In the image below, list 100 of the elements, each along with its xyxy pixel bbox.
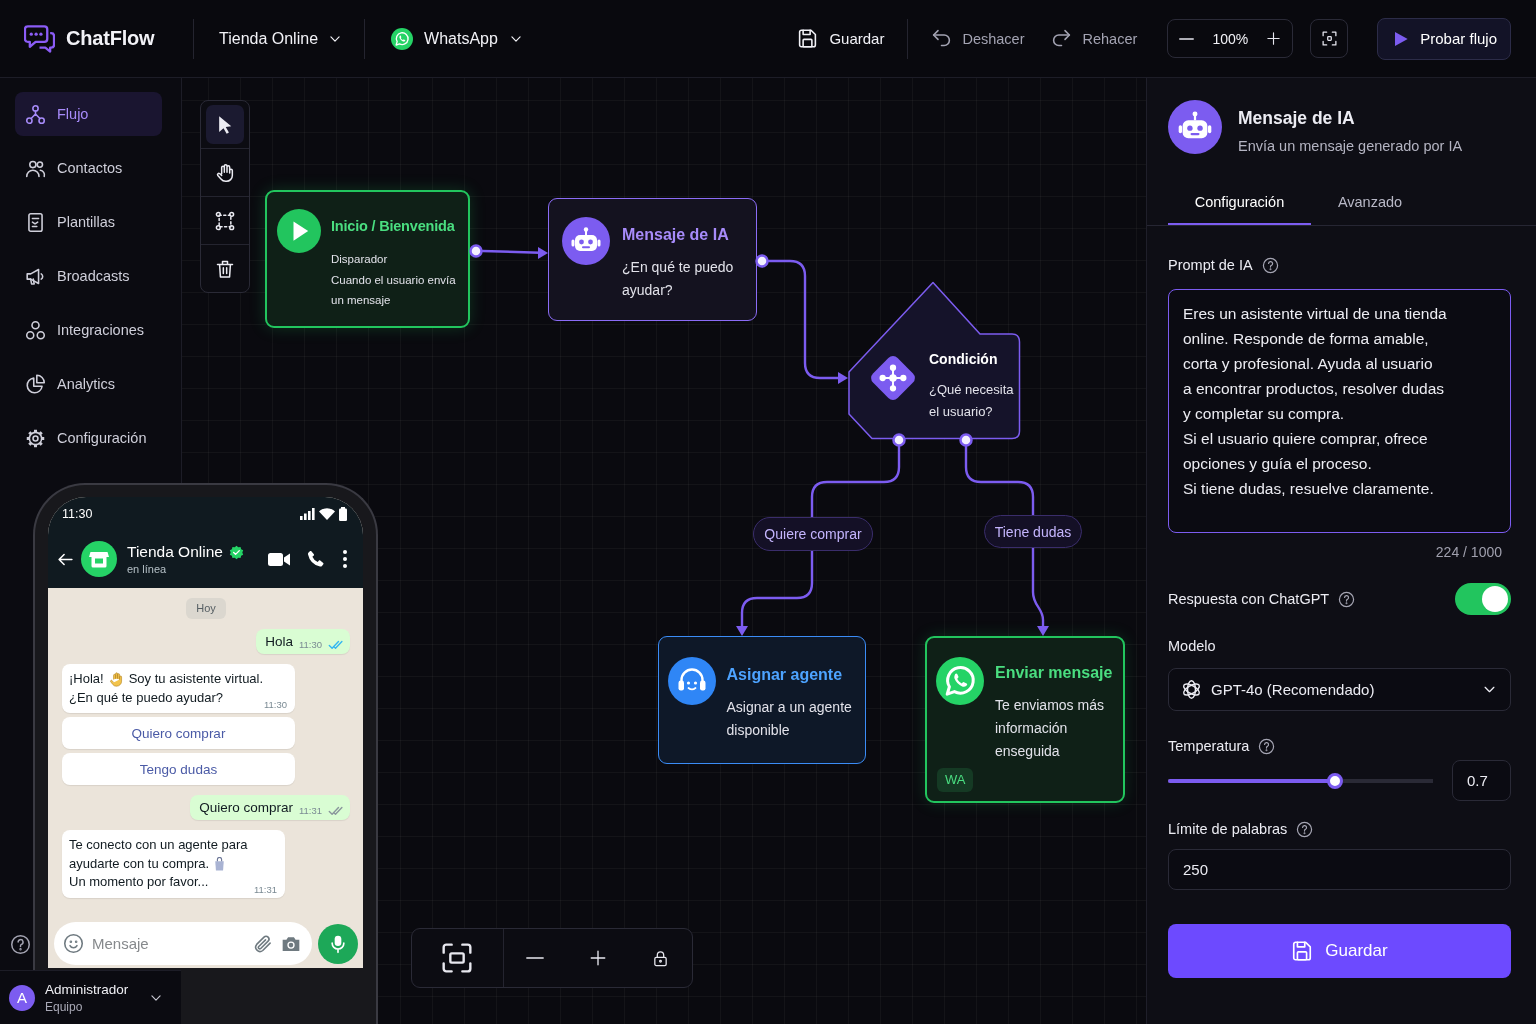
phone-icon[interactable] — [307, 549, 326, 569]
microphone-button[interactable] — [318, 923, 358, 964]
zoom-level: 100% — [1212, 30, 1249, 47]
panel-title: Mensaje de IA — [1238, 107, 1356, 129]
quick-reply-button[interactable]: Tengo dudas — [62, 753, 295, 785]
microphone-icon — [328, 933, 348, 954]
nav-item[interactable]: Plantillas — [15, 200, 162, 244]
chat-bubbles-icon — [24, 24, 55, 53]
nav-item[interactable]: Flujo — [15, 92, 162, 136]
connected-nodes-icon — [25, 103, 46, 125]
play-icon — [1393, 30, 1410, 47]
status-time: 11:30 — [62, 506, 93, 521]
help-icon[interactable] — [10, 934, 31, 955]
video-camera-icon[interactable] — [268, 551, 290, 567]
save-button[interactable]: Guardar — [1168, 924, 1511, 978]
node-text: Te enviamos más información enseguida — [995, 696, 1105, 761]
save-button[interactable]: Guardar — [797, 28, 885, 49]
nav-item[interactable]: Analytics — [15, 362, 162, 406]
settings-icon — [25, 427, 46, 449]
message-time: 11:30 — [263, 699, 287, 710]
node-label: Disparador — [331, 252, 389, 267]
fullscreen-button[interactable] — [1310, 19, 1349, 58]
test-flow-button[interactable]: Probar flujo — [1377, 17, 1511, 60]
message-text: Un momento por favor... — [69, 873, 209, 891]
whatsapp-icon — [391, 27, 414, 50]
connection-port[interactable] — [469, 244, 483, 258]
connector-line — [964, 446, 1035, 515]
project-dropdown[interactable]: Tienda Online — [219, 29, 343, 48]
message-bar[interactable]: Mensaje — [54, 922, 312, 965]
atom-icon — [1181, 679, 1202, 700]
store-icon — [81, 541, 117, 577]
node-title: Condición — [929, 350, 999, 368]
node-title: Enviar mensaje — [995, 663, 1114, 683]
nav-item[interactable]: Configuración — [15, 416, 162, 460]
channel-badge: WA — [937, 768, 974, 792]
field-label: Modelo — [1168, 638, 1216, 654]
chatgpt-toggle[interactable] — [1455, 583, 1511, 615]
shopping-bag-icon — [214, 856, 226, 871]
plus-icon — [1266, 31, 1282, 46]
play-icon — [277, 209, 321, 253]
pie-chart-icon — [25, 373, 46, 395]
quick-reply-button[interactable]: Quiero comprar — [62, 717, 295, 749]
field-label: Prompt de IA — [1168, 257, 1253, 273]
nav-item[interactable]: Contactos — [15, 146, 162, 190]
signal-icon — [300, 507, 315, 520]
date-chip: Hoy — [186, 598, 226, 619]
nav-item[interactable]: Integraciones — [15, 308, 162, 352]
connector-arrow — [481, 247, 548, 259]
paperclip-icon[interactable] — [253, 933, 273, 954]
save-icon — [1291, 940, 1314, 962]
user-role: Equipo — [45, 999, 84, 1014]
selection-icon — [215, 210, 235, 231]
contact-status: en línea — [127, 563, 168, 575]
user-menu[interactable]: A Administrador Equipo — [0, 970, 181, 1024]
branch-label: Quiere comprar — [753, 517, 873, 551]
robot-icon — [562, 217, 610, 265]
message-time: 11:30 — [298, 639, 322, 650]
redo-icon — [1051, 28, 1073, 49]
message-text: Hola — [265, 633, 293, 650]
undo-icon — [931, 28, 953, 49]
pointer-tool[interactable] — [206, 105, 244, 144]
connection-port[interactable] — [892, 433, 906, 447]
node-text: ¿Qué necesita el usuario? — [929, 381, 1015, 421]
message-text: ¡Hola! — [69, 670, 104, 688]
connection-port[interactable] — [959, 433, 973, 447]
connection-port[interactable] — [755, 254, 769, 268]
message-input[interactable]: Mensaje — [92, 935, 245, 952]
character-counter: 224 / 1000 — [1435, 543, 1502, 562]
message-time: 11:31 — [298, 805, 322, 816]
save-icon — [797, 28, 819, 49]
hand-icon — [215, 162, 235, 183]
node-title: Inicio / Bienvenida — [331, 217, 456, 235]
model-select[interactable]: GPT-4o (Recomendado) — [1168, 668, 1511, 711]
help-icon[interactable] — [1296, 820, 1314, 838]
waving-hand-icon — [108, 671, 124, 687]
slider-thumb[interactable] — [1326, 772, 1343, 789]
channel-dropdown[interactable]: WhatsApp — [391, 27, 523, 50]
temperature-input[interactable]: 0.7 — [1452, 760, 1511, 801]
tab[interactable]: Avanzado — [1311, 180, 1429, 225]
branch-label: Tiene dudas — [984, 515, 1082, 548]
prompt-textarea[interactable]: Eres un asistente virtual de una tienda online. Responde de forma amable, corta y profesional. Ayuda al usuario a encontrar productos, resolver dudas y completar su compra. Si el usuario quiere comprar, ofrece opciones y guía el proceso. Si tiene dudas, resuelve claramente. — [1168, 289, 1511, 533]
node-text: ¿En qué te puedo ayudar? — [622, 258, 735, 300]
contact-name: Tienda Online — [127, 543, 223, 561]
smiley-icon[interactable] — [63, 933, 84, 954]
document-icon — [25, 211, 46, 233]
word-limit-input[interactable]: 250 — [1168, 849, 1511, 890]
tab[interactable]: Configuración — [1168, 180, 1311, 225]
more-icon[interactable] — [343, 550, 347, 568]
minus-icon — [1179, 37, 1195, 40]
message-text: Quiero comprar — [199, 799, 293, 816]
battery-icon — [339, 506, 347, 521]
help-icon[interactable] — [1258, 737, 1276, 755]
message-text: Te conecto con un agente para — [69, 836, 248, 854]
robot-icon — [1168, 100, 1222, 154]
help-icon[interactable] — [1261, 256, 1279, 274]
user-avatar: A — [9, 984, 35, 1011]
nav-item[interactable]: Broadcasts — [15, 254, 162, 298]
help-icon[interactable] — [1338, 590, 1356, 608]
lock-icon — [652, 949, 670, 967]
node-text: Cuando el usuario envía un mensaje — [331, 272, 457, 308]
